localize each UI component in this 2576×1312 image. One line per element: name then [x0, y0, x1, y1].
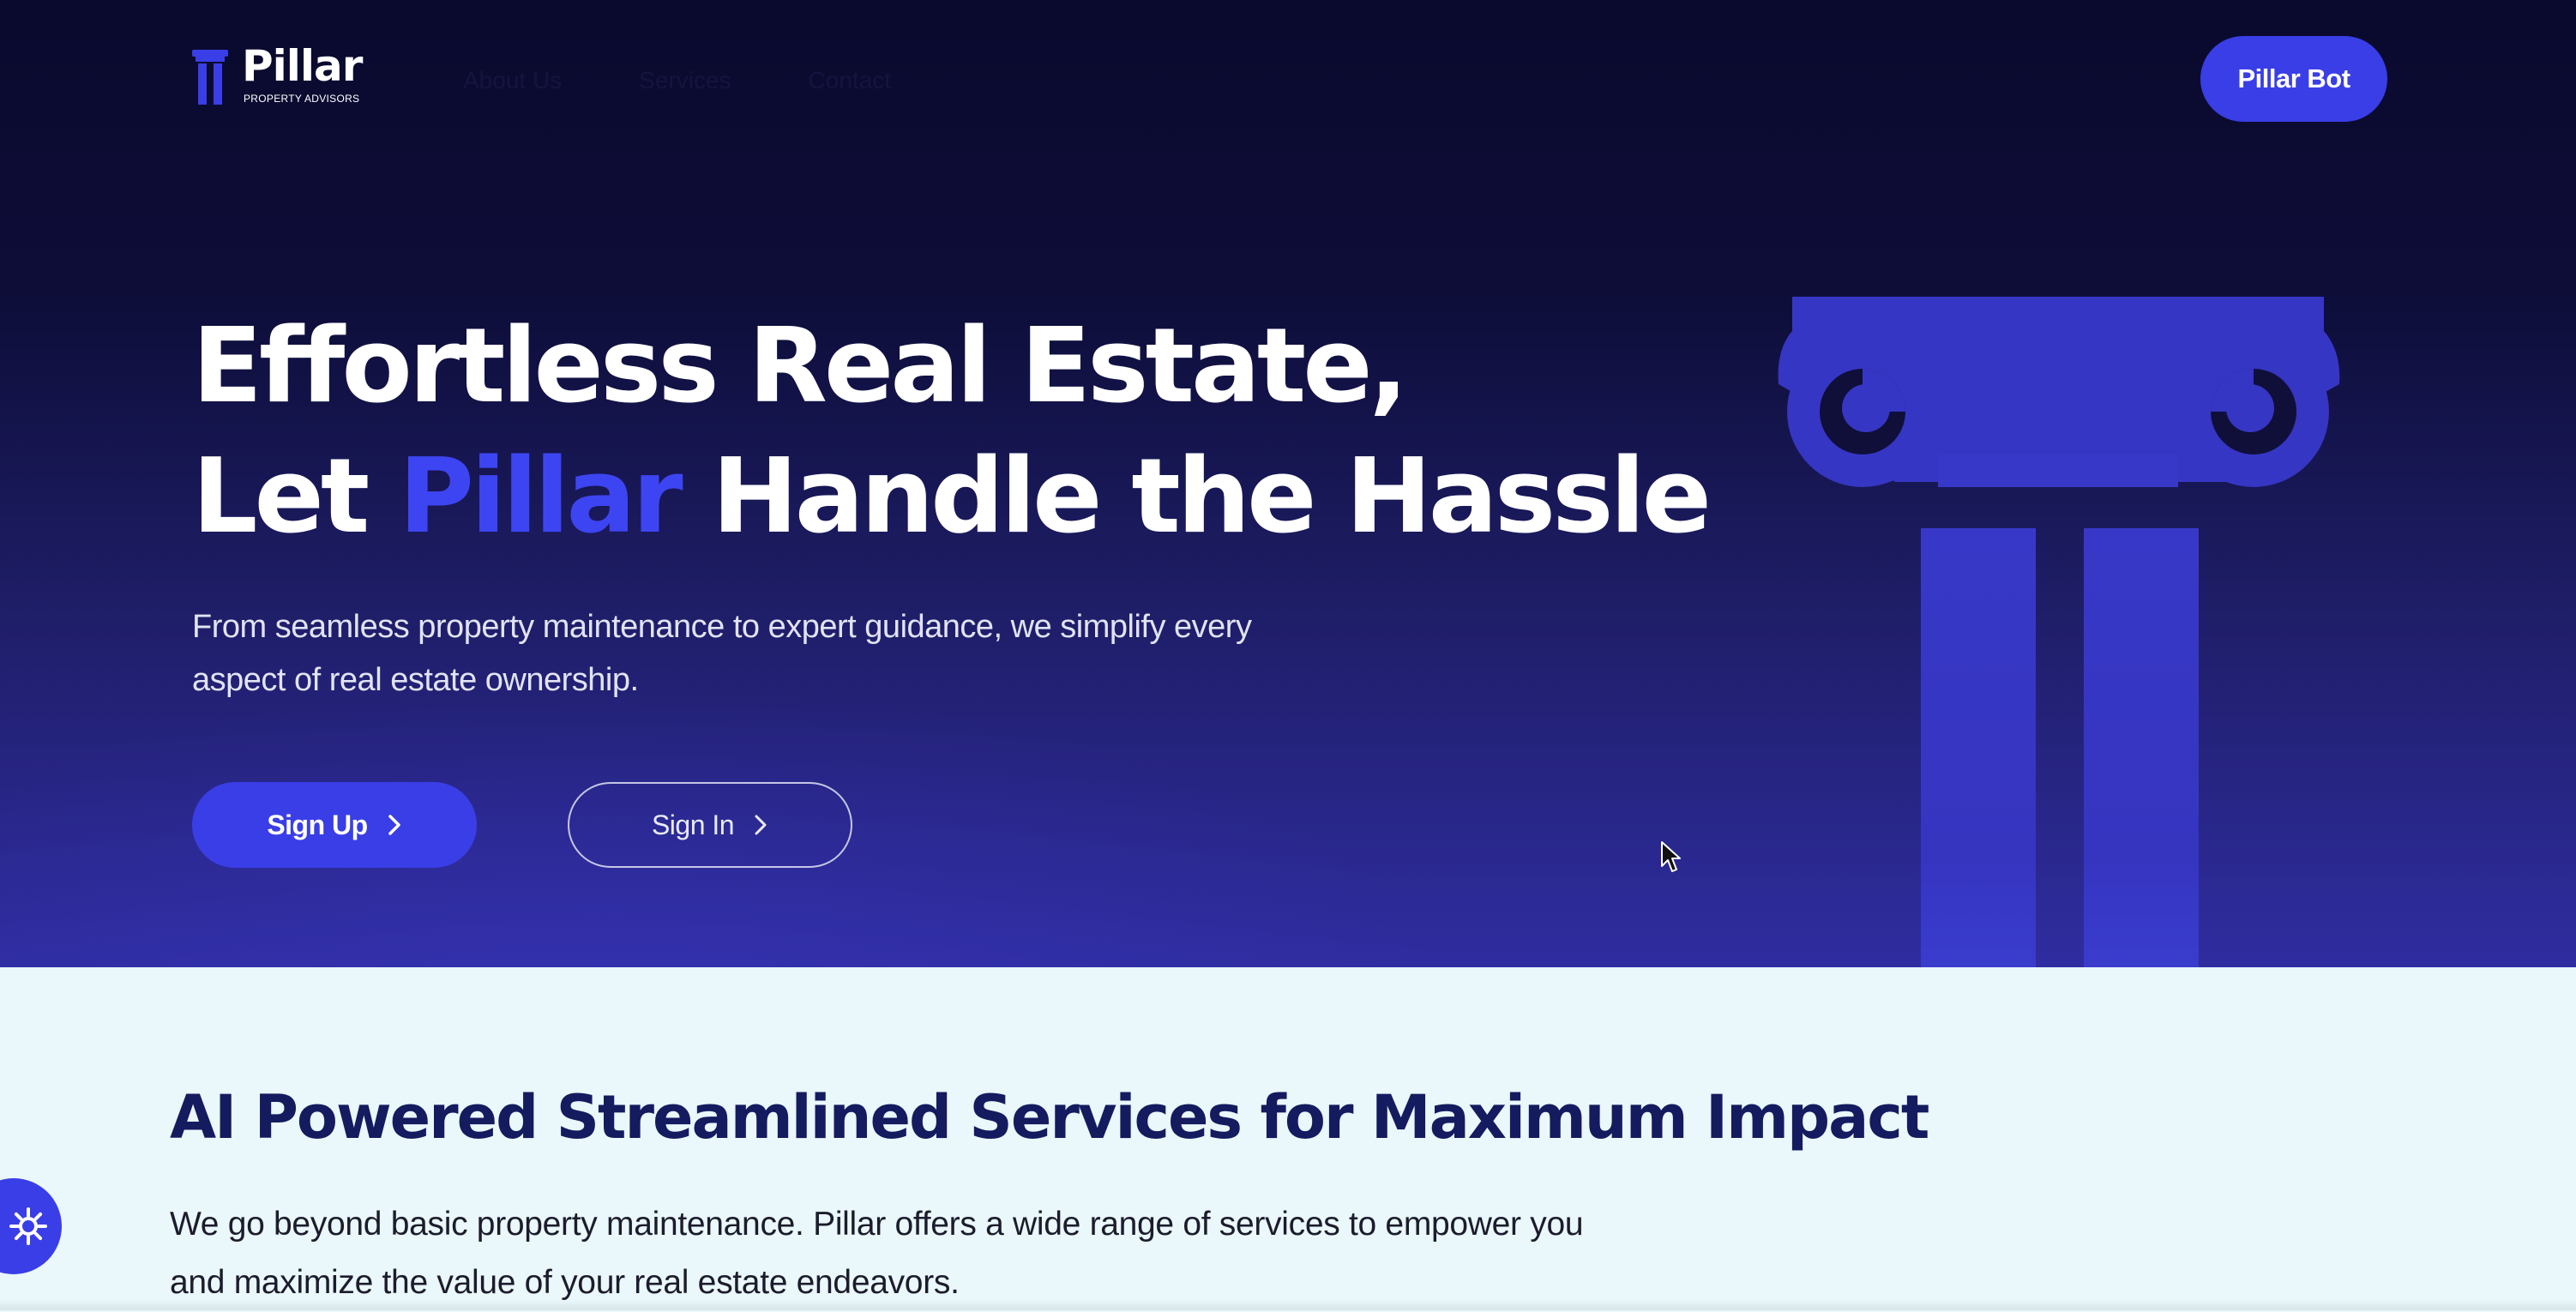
- pillar-logo-icon: [192, 50, 228, 105]
- sign-in-button[interactable]: Sign In: [568, 782, 852, 868]
- bottom-shade: [0, 1300, 2576, 1310]
- pillar-bot-button[interactable]: Pillar Bot: [2200, 36, 2387, 122]
- services-description: We go beyond basic property maintenance.…: [170, 1206, 1584, 1301]
- mouse-pointer-icon: [1661, 841, 1681, 872]
- nav-services[interactable]: Services: [639, 67, 731, 94]
- hero-headline: Effortless Real Estate, Let Pillar Handle…: [192, 302, 1712, 563]
- logo[interactable]: Pillar PROPERTY ADVISORS: [192, 41, 381, 110]
- headline-accent-word: Pillar: [399, 437, 683, 557]
- main-nav: About Us Services Contact: [463, 67, 891, 94]
- services-title: AI Powered Streamlined Services for Maxi…: [170, 1082, 1929, 1153]
- headline-line-2-before: Let: [192, 437, 370, 557]
- nav-about[interactable]: About Us: [463, 67, 562, 94]
- hero-subtext: From seamless property maintenance to ex…: [192, 609, 1252, 698]
- sign-in-label: Sign In: [651, 809, 735, 840]
- accessibility-gear-icon: [9, 1207, 47, 1245]
- logo-wordmark: Pillar: [242, 41, 363, 91]
- hero-section: Pillar PROPERTY ADVISORS About Us Servic…: [0, 0, 2576, 967]
- headline-line-1: Effortless Real Estate,: [192, 307, 1408, 426]
- headline-line-2-after: Handle the Hassle: [712, 437, 1712, 557]
- ionic-column-icon: [1778, 297, 2340, 967]
- services-section: AI Powered Streamlined Services for Maxi…: [0, 967, 2576, 1310]
- nav-contact[interactable]: Contact: [809, 67, 892, 94]
- sign-up-label: Sign Up: [267, 809, 368, 840]
- sign-up-button[interactable]: Sign Up: [192, 782, 477, 868]
- chevron-right-icon: [755, 815, 767, 835]
- logo-tagline: PROPERTY ADVISORS: [244, 93, 360, 105]
- chevron-right-icon: [388, 815, 400, 835]
